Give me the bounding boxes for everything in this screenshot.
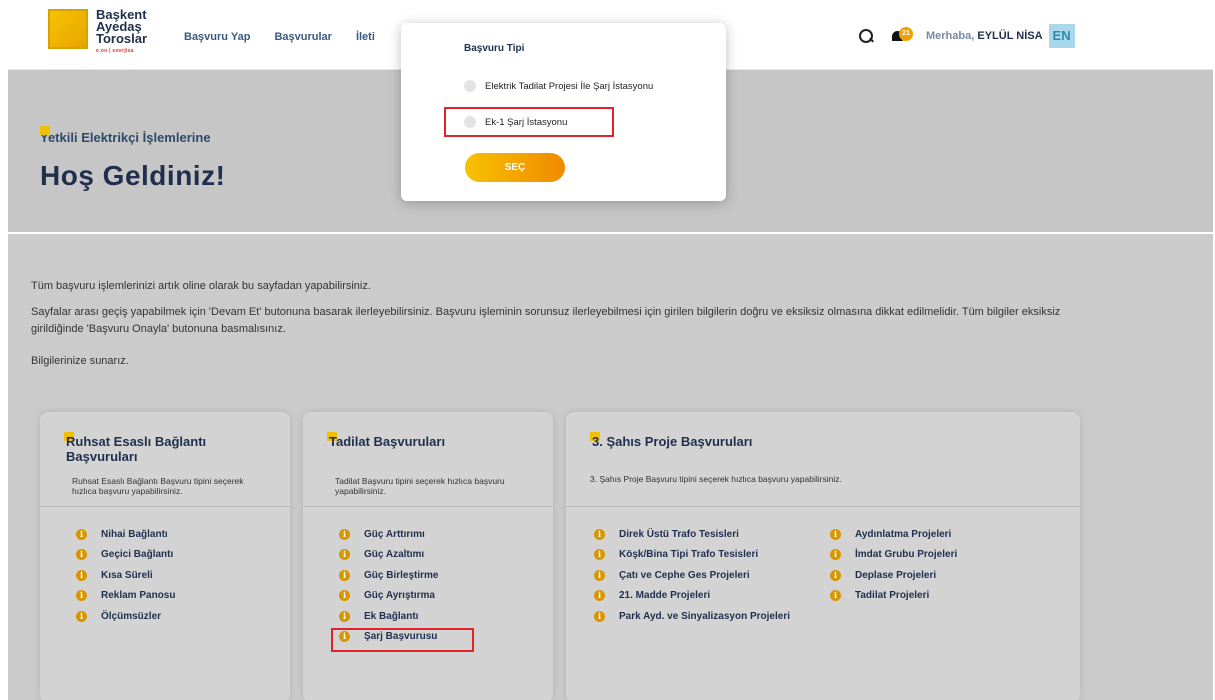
list-item[interactable]: i Aydınlatma Projeleri <box>830 524 957 545</box>
info-icon: i <box>594 549 605 561</box>
radio-button[interactable] <box>464 80 476 92</box>
basvuru-tipi-modal: Başvuru Tipi Elektrik Tadilat Projesi İl… <box>401 23 726 201</box>
option-elektrik-tadilat[interactable]: Elektrik Tadilat Projesi İle Şarj İstasy… <box>464 80 653 92</box>
main-content: Tüm başvuru işlemlerinizi artık oline ol… <box>8 234 1213 700</box>
list-item[interactable]: i 21. Madde Projeleri <box>594 586 790 607</box>
intro-paragraph-1: Tüm başvuru işlemlerinizi artık oline ol… <box>31 280 371 292</box>
list-item[interactable]: i Reklam Panosu <box>76 586 175 607</box>
accent-square-icon <box>40 126 50 135</box>
list-item[interactable]: i Tadilat Projeleri <box>830 586 957 607</box>
card-title: 3. Şahıs Proje Başvuruları <box>592 434 753 449</box>
logo-mark-icon <box>48 9 88 49</box>
card-description: Ruhsat Esaslı Bağlantı Başvuru tipini se… <box>72 476 244 496</box>
info-icon: i <box>594 569 605 581</box>
list-item[interactable]: i Ek Bağlantı <box>339 606 438 627</box>
nav-basvurular[interactable]: Başvurular <box>274 31 331 43</box>
highlight-sarj-basvurusu <box>331 628 474 652</box>
card-divider <box>40 506 290 507</box>
hero-title: Hoş Geldiniz! <box>40 160 226 191</box>
main-nav: Başvuru Yap Başvurular İleti <box>184 31 399 43</box>
language-toggle[interactable]: EN <box>1048 24 1075 48</box>
list-item[interactable]: i Çatı ve Cephe Ges Projeleri <box>594 565 790 586</box>
list-item[interactable]: i İmdat Grubu Projeleri <box>830 545 957 566</box>
info-icon: i <box>339 590 350 602</box>
info-icon: i <box>339 528 350 540</box>
logo-sub-brands: e.on | enerjisa <box>96 48 134 54</box>
info-icon: i <box>594 590 605 602</box>
notification-count-badge: 21 <box>899 27 913 41</box>
search-icon[interactable] <box>858 28 874 44</box>
list-item[interactable]: i Park Ayd. ve Sinyalizasyon Projeleri <box>594 606 790 627</box>
page: Başkent Ayedaş Toroslar e.on | enerjisa … <box>8 0 1213 700</box>
modal-title: Başvuru Tipi <box>464 43 525 54</box>
list-item[interactable]: i Direk Üstü Trafo Tesisleri <box>594 524 790 545</box>
info-icon: i <box>830 569 841 581</box>
info-icon: i <box>339 610 350 622</box>
nav-ileti[interactable]: İleti <box>356 31 375 43</box>
list-item[interactable]: i Kısa Süreli <box>76 565 175 586</box>
info-icon: i <box>339 569 350 581</box>
info-icon: i <box>594 528 605 540</box>
list-item[interactable]: i Güç Birleştirme <box>339 565 438 586</box>
card-sahis: 3. Şahıs Proje Başvuruları 3. Şahıs Proj… <box>566 412 1080 700</box>
notifications-bell-icon[interactable]: 21 <box>892 27 914 45</box>
card-divider <box>303 506 553 507</box>
list-item[interactable]: i Deplase Projeleri <box>830 565 957 586</box>
list-item[interactable]: i Güç Arttırımı <box>339 524 438 545</box>
list-item[interactable]: i Ölçümsüzler <box>76 606 175 627</box>
info-icon: i <box>594 610 605 622</box>
info-icon: i <box>76 610 87 622</box>
card-ruhsat: Ruhsat Esaslı Bağlantı Başvuruları Ruhsa… <box>40 412 290 700</box>
sahis-list-left: i Direk Üstü Trafo Tesisleri i Köşk/Bina T… <box>594 524 790 627</box>
info-icon: i <box>76 590 87 602</box>
card-tadilat: Tadilat Başvuruları Tadilat Başvuru tipi… <box>303 412 553 700</box>
hero-subtitle: Yetkili Elektrikçi İşlemlerine <box>40 126 211 145</box>
brand-logo[interactable]: Başkent Ayedaş Toroslar e.on | enerjisa <box>48 7 148 54</box>
info-icon: i <box>76 528 87 540</box>
list-item[interactable]: i Köşk/Bina Tipi Trafo Tesisleri <box>594 545 790 566</box>
select-button[interactable]: SEÇ <box>465 153 565 182</box>
list-item[interactable]: i Güç Ayrıştırma <box>339 586 438 607</box>
nav-basvuru-yap[interactable]: Başvuru Yap <box>184 31 250 43</box>
info-icon: i <box>339 549 350 561</box>
highlight-ek1-sarj <box>444 107 614 137</box>
intro-paragraph-3: Bilgilerinize sunarız. <box>31 355 129 367</box>
list-item[interactable]: i Nihai Bağlantı <box>76 524 175 545</box>
card-title: Ruhsat Esaslı Bağlantı Başvuruları <box>66 434 207 464</box>
header-actions: 21 Merhaba, EYLÜL NİSA EN <box>858 24 1075 48</box>
logo-text: Başkent Ayedaş Toroslar e.on | enerjisa <box>96 7 148 54</box>
info-icon: i <box>830 528 841 540</box>
list-item[interactable]: i Geçici Bağlantı <box>76 545 175 566</box>
info-icon: i <box>76 549 87 561</box>
ruhsat-list: i Nihai Bağlantı i Geçici Bağlantı i Kısa S… <box>76 524 175 627</box>
card-divider <box>566 506 1080 507</box>
card-description: Tadilat Başvuru tipini seçerek hızlıca b… <box>335 476 505 496</box>
intro-paragraph-2: Sayfalar arası geçiş yapabilmek için 'De… <box>31 306 1061 335</box>
list-item[interactable]: i Güç Azaltımı <box>339 545 438 566</box>
info-icon: i <box>76 569 87 581</box>
card-title: Tadilat Başvuruları <box>329 434 446 449</box>
card-description: 3. Şahıs Proje Başvuru tipini seçerek hı… <box>590 474 842 484</box>
sahis-list-right: i Aydınlatma Projeleri i İmdat Grubu Proje… <box>830 524 957 606</box>
user-name: EYLÜL NİSA <box>977 30 1043 42</box>
user-greeting[interactable]: Merhaba, EYLÜL NİSA <box>926 30 1043 42</box>
info-icon: i <box>830 590 841 602</box>
info-icon: i <box>830 549 841 561</box>
